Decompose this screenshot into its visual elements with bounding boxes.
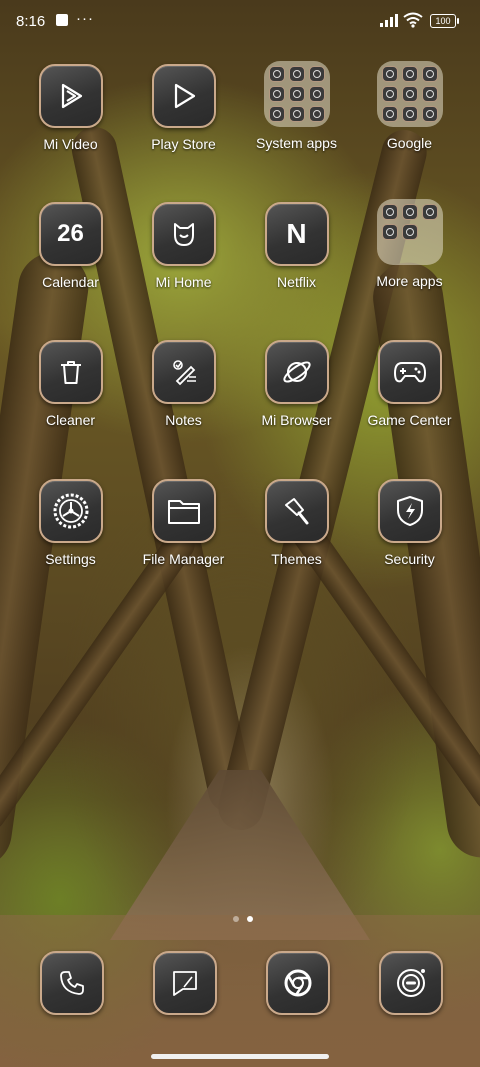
signal-icon [380,14,398,27]
app-settings[interactable]: Settings [14,479,127,567]
page-dot-active [247,916,253,922]
app-cleaner[interactable]: Cleaner [14,340,127,428]
folder-system-apps[interactable]: System apps [240,61,353,151]
app-notes[interactable]: Notes [127,340,240,428]
folder-icon [376,61,443,127]
app-mi-home[interactable]: Mi Home [127,202,240,290]
app-label: Settings [45,551,96,567]
chrome-icon [266,951,330,1015]
netflix-icon: N [264,202,329,266]
calendar-date: 26 [57,220,84,247]
play-triangle-icon [38,64,103,128]
app-label: More apps [376,273,443,289]
app-label: Mi Home [155,274,212,290]
app-label: Cleaner [45,412,96,428]
battery-icon: 100 [430,14,459,28]
page-indicator[interactable] [229,909,257,927]
clock: 8:16 [16,13,46,30]
more-notifications-icon: ··· [76,10,94,27]
page-dot [233,916,239,922]
app-themes[interactable]: Themes [240,479,353,567]
folder-icon [376,199,443,265]
app-label: Mi Browser [261,412,332,428]
app-label: Play Store [151,136,216,152]
app-label: Calendar [42,274,99,290]
app-label: Game Center [367,412,452,428]
app-label: Netflix [277,274,316,290]
message-icon [153,951,217,1015]
notes-icon [151,340,216,404]
app-calendar[interactable]: 26 Calendar [14,202,127,290]
notification-square-icon [56,14,68,26]
app-game-center[interactable]: Game Center [353,340,466,428]
shield-bolt-icon [377,479,442,543]
app-security[interactable]: Security [353,479,466,567]
app-label: Notes [165,412,202,428]
app-label: Themes [271,551,322,567]
brush-icon [264,479,329,543]
app-play-store[interactable]: Play Store [127,64,240,152]
netflix-letter: N [286,218,307,249]
dock-phone[interactable] [40,951,104,1015]
mi-home-icon [151,202,216,266]
home-indicator-bar[interactable] [151,1054,329,1059]
status-bar: 8:16 ··· 100 [0,0,480,40]
app-netflix[interactable]: N Netflix [240,202,353,290]
trash-icon [38,340,103,404]
app-label: Google [386,135,433,151]
calendar-icon: 26 [38,202,103,266]
app-label: System apps [256,135,337,151]
dock-camera[interactable] [379,951,443,1015]
gear-icon [38,479,103,543]
dock-chrome[interactable] [266,951,330,1015]
app-mi-video[interactable]: Mi Video [14,64,127,152]
planet-icon [264,340,329,404]
app-mi-browser[interactable]: Mi Browser [240,340,353,428]
folder-icon [263,61,330,127]
phone-icon [40,951,104,1015]
app-label: File Manager [142,551,225,567]
camera-icon [379,951,443,1015]
folder-more-apps[interactable]: More apps [353,199,466,289]
app-label: Security [384,551,435,567]
app-file-manager[interactable]: File Manager [127,479,240,567]
app-label: Mi Video [43,136,98,152]
dock-messages[interactable] [153,951,217,1015]
gamepad-icon [377,340,442,404]
folder-google[interactable]: Google [353,61,466,151]
wifi-icon [403,12,423,28]
play-store-icon [151,64,216,128]
folder-files-icon [151,479,216,543]
